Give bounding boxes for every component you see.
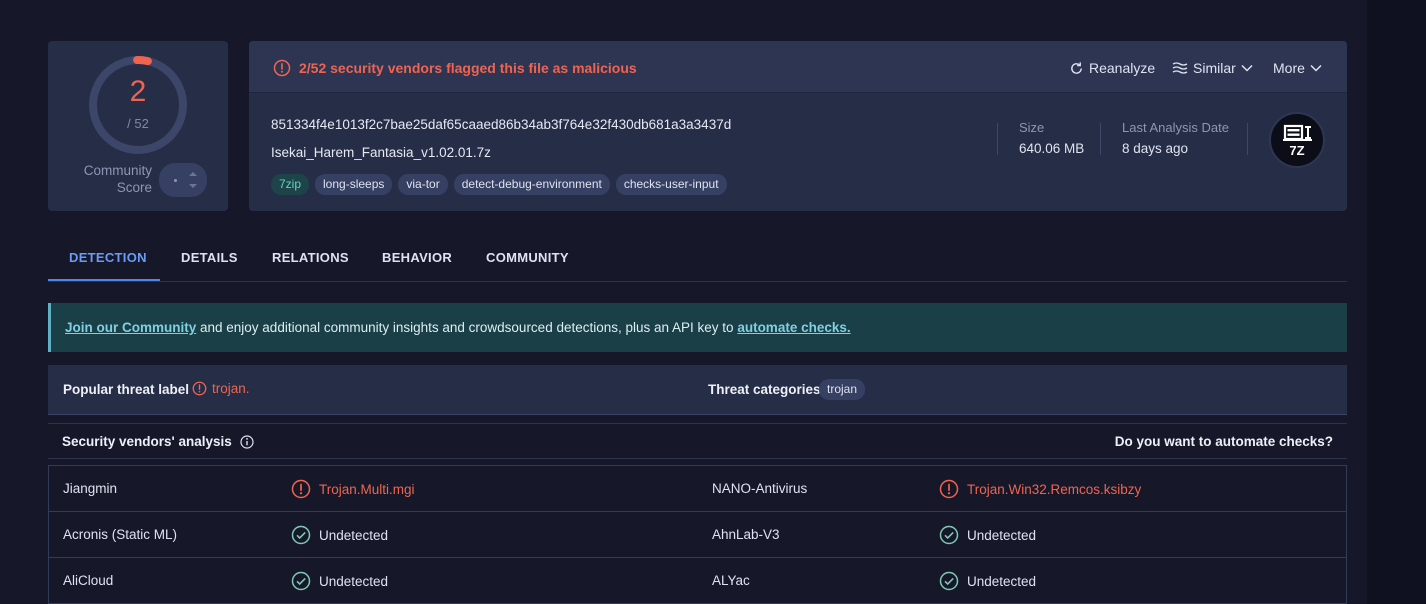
file-tag[interactable]: detect-debug-environment — [453, 174, 610, 195]
popular-threat-label: Popular threat label — [63, 382, 190, 397]
table-row: Acronis (Static ML) Undetected AhnLab-V3 Un… — [49, 512, 1346, 558]
check-circle-icon — [291, 571, 311, 591]
banner-text: and enjoy additional community insights … — [196, 320, 738, 335]
vendor-name: Acronis (Static ML) — [63, 527, 178, 542]
check-circle-icon — [939, 525, 959, 545]
file-type-tag[interactable]: 7zip — [271, 174, 310, 195]
more-button[interactable]: More — [1273, 60, 1322, 76]
threat-categories-label: Threat categories — [708, 382, 821, 397]
active-tab-indicator — [48, 279, 160, 281]
archive-7z-icon: 7Z — [1283, 124, 1312, 158]
threat-category-tag[interactable]: trojan — [819, 379, 866, 400]
vendor-name: AhnLab-V3 — [712, 527, 780, 542]
tab-detection[interactable]: DETECTION — [69, 250, 147, 265]
detection-alert-text: 2/52 security vendors flagged this file … — [299, 60, 637, 76]
info-icon[interactable] — [240, 434, 254, 449]
community-score-voter[interactable] — [159, 163, 207, 197]
detection-count: 2 — [129, 75, 147, 108]
vendor-name: AliCloud — [63, 573, 114, 588]
tab-details[interactable]: DETAILS — [181, 250, 238, 265]
size-label: Size — [1019, 120, 1045, 135]
svg-text:7Z: 7Z — [1289, 143, 1304, 158]
file-tag[interactable]: checks-user-input — [615, 174, 727, 195]
vendor-undetected: Undetected — [291, 525, 388, 545]
chevron-down-icon — [1310, 64, 1322, 72]
alert-circle-icon — [192, 381, 207, 396]
community-score-value — [174, 179, 177, 182]
tab-relations[interactable]: RELATIONS — [272, 250, 349, 265]
file-tag[interactable]: via-tor — [398, 174, 448, 195]
vote-down-icon[interactable] — [189, 184, 197, 188]
popular-threat-value[interactable]: trojan. — [192, 381, 250, 396]
tab-behavior[interactable]: BEHAVIOR — [382, 250, 452, 265]
last-analysis-label: Last Analysis Date — [1122, 120, 1229, 135]
detection-total: / 52 — [127, 116, 149, 131]
last-analysis-value: 8 days ago — [1122, 141, 1189, 156]
similar-icon — [1172, 62, 1188, 74]
detection-score-card: 2 / 52 Community Score — [48, 41, 228, 211]
file-info-card: 2/52 security vendors flagged this file … — [249, 41, 1347, 211]
threat-summary: Popular threat label trojan. Threat cate… — [48, 365, 1347, 415]
vendors-title: Security vendors' analysis — [62, 434, 254, 449]
check-circle-icon — [291, 525, 311, 545]
vendor-name: NANO-Antivirus — [712, 481, 808, 496]
vote-up-icon[interactable] — [189, 172, 197, 176]
size-value: 640.06 MB — [1019, 141, 1085, 156]
vendor-name: Jiangmin — [63, 481, 118, 496]
vendor-undetected: Undetected — [291, 571, 388, 591]
file-tag[interactable]: long-sleeps — [315, 174, 393, 195]
alert-circle-icon — [939, 479, 959, 499]
automate-checks-link[interactable]: automate checks. — [737, 320, 850, 335]
automate-checks-prompt[interactable]: Do you want to automate checks? — [1115, 434, 1333, 449]
vendor-detection: Trojan.Multi.mgi — [291, 479, 415, 499]
vendors-table: Jiangmin Trojan.Multi.mgi NANO-Antivirus Tr… — [48, 465, 1347, 604]
check-circle-icon — [939, 571, 959, 591]
table-row: AliCloud Undetected ALYac Undetected — [49, 558, 1346, 604]
meta-divider — [1247, 123, 1248, 155]
chevron-down-icon — [1241, 64, 1253, 72]
vendor-undetected: Undetected — [939, 571, 1036, 591]
similar-button[interactable]: Similar — [1172, 60, 1253, 76]
table-row: Jiangmin Trojan.Multi.mgi NANO-Antivirus Tr… — [49, 466, 1346, 512]
reanalyze-button[interactable]: Reanalyze — [1069, 60, 1155, 76]
page-scrollbar[interactable] — [1367, 0, 1426, 604]
community-banner: Join our Community and enjoy additional … — [48, 303, 1347, 352]
vendor-name: ALYac — [712, 573, 750, 588]
main-tabs: DETECTION DETAILS RELATIONS BEHAVIOR COM… — [48, 240, 1347, 282]
vendor-detection: Trojan.Win32.Remcos.ksibzy — [939, 479, 1141, 499]
file-hash[interactable]: 851334f4e1013f2c7bae25daf65caaed86b34ab3… — [271, 117, 731, 132]
file-tags: 7zip long-sleeps via-tor detect-debug-envi… — [271, 174, 727, 195]
alert-circle-icon — [273, 59, 291, 77]
detection-alert-bar: 2/52 security vendors flagged this file … — [249, 41, 1347, 93]
file-name: Isekai_Harem_Fantasia_v1.02.01.7z — [271, 145, 491, 160]
meta-divider — [1100, 123, 1101, 155]
vendors-analysis-header: Security vendors' analysis Do you want t… — [48, 423, 1347, 459]
file-type-icon: 7Z — [1269, 112, 1325, 168]
join-community-link[interactable]: Join our Community — [65, 320, 196, 335]
refresh-icon — [1071, 61, 1082, 74]
meta-divider — [997, 123, 998, 155]
alert-circle-icon — [291, 479, 311, 499]
community-score-label: Community Score — [83, 163, 152, 195]
vendor-undetected: Undetected — [939, 525, 1036, 545]
tab-community[interactable]: COMMUNITY — [486, 250, 569, 265]
